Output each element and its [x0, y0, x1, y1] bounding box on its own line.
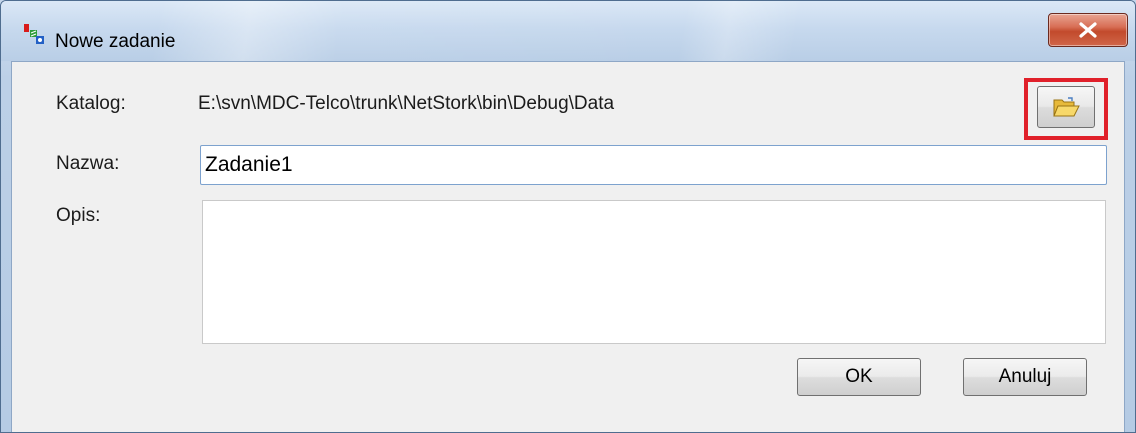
catalog-label: Katalog: — [56, 93, 126, 114]
window-title: Nowe zadanie — [55, 31, 176, 52]
dialog-window: Nowe zadanie Katalog: E:\svn\MDC-Telco\t… — [0, 0, 1136, 433]
catalog-path-value: E:\svn\MDC-Telco\trunk\NetStork\bin\Debu… — [198, 93, 615, 114]
cancel-button[interactable]: Anuluj — [963, 358, 1087, 396]
browse-folder-button[interactable] — [1037, 86, 1095, 128]
close-button[interactable] — [1048, 13, 1128, 47]
ok-button[interactable]: OK — [797, 358, 921, 396]
dialog-content: Katalog: E:\svn\MDC-Telco\trunk\NetStork… — [11, 61, 1125, 432]
name-input[interactable] — [200, 145, 1107, 185]
description-textarea[interactable] — [202, 200, 1106, 344]
close-icon — [1079, 22, 1097, 38]
title-bar[interactable]: Nowe zadanie — [1, 1, 1135, 61]
name-label: Nazwa: — [56, 153, 120, 174]
app-logo-icon — [23, 23, 45, 45]
description-label: Opis: — [56, 205, 101, 226]
open-folder-icon — [1053, 97, 1080, 117]
